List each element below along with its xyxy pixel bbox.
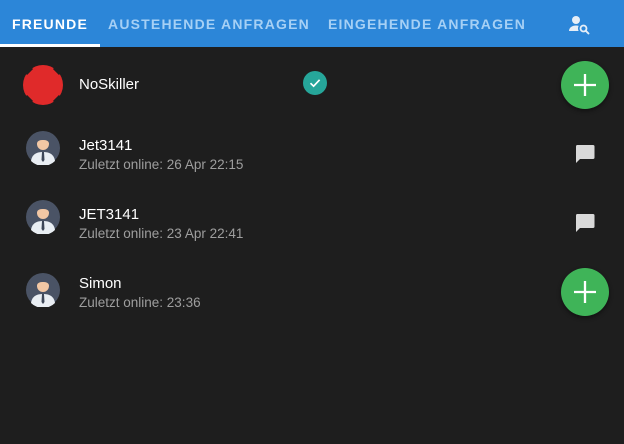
person-search-button[interactable]: [562, 8, 596, 40]
add-friend-button[interactable]: [561, 268, 609, 316]
plus-icon: [574, 281, 596, 303]
businessman-avatar: [26, 200, 60, 234]
plus-icon: [574, 74, 596, 96]
tab-austehende-anfragen[interactable]: AUSTEHENDE ANFRAGEN: [100, 0, 318, 47]
friend-name: JET3141: [79, 206, 140, 223]
red-avatar: [23, 65, 63, 105]
chat-icon: [575, 145, 595, 163]
chat-button[interactable]: [571, 209, 599, 237]
chat-icon: [575, 214, 595, 232]
active-tab-indicator: [0, 44, 100, 47]
tab-freunde[interactable]: FREUNDE: [0, 0, 100, 47]
last-online-status: Zuletzt online: 23 Apr 22:41: [79, 226, 244, 241]
businessman-avatar: [26, 131, 60, 165]
person-search-icon: [569, 16, 590, 35]
chat-button[interactable]: [571, 140, 599, 168]
businessman-avatar: [26, 273, 60, 307]
friend-row[interactable]: JET3141 Zuletzt online: 23 Apr 22:41: [0, 190, 624, 256]
friend-row[interactable]: NoSkiller: [0, 52, 624, 118]
tab-bar: FREUNDE AUSTEHENDE ANFRAGEN EINGEHENDE A…: [0, 0, 624, 47]
friend-name: Simon: [79, 275, 122, 292]
last-online-status: Zuletzt online: 26 Apr 22:15: [79, 157, 244, 172]
friend-row[interactable]: Simon Zuletzt online: 23:36: [0, 259, 624, 325]
verified-check-icon: [303, 71, 327, 95]
tab-eingehende-anfragen[interactable]: EINGEHENDE ANFRAGEN: [318, 0, 536, 47]
add-friend-button[interactable]: [561, 61, 609, 109]
last-online-status: Zuletzt online: 23:36: [79, 295, 201, 310]
friend-name: NoSkiller: [79, 76, 140, 93]
friend-row[interactable]: Jet3141 Zuletzt online: 26 Apr 22:15: [0, 121, 624, 187]
friend-name: Jet3141: [79, 137, 133, 154]
